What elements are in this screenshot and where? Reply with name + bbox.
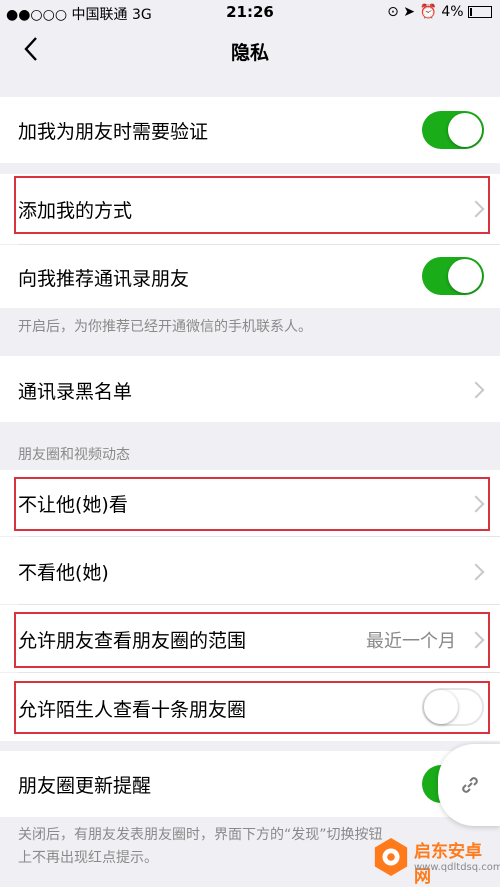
not-see-label: 不看他(她) (18, 562, 109, 584)
recommend-hint: 开启后，为你推荐已经开通微信的手机联系人。 (18, 319, 312, 335)
add-methods-label: 添加我的方式 (18, 200, 133, 222)
moments-update-row[interactable]: 朋友圈更新提醒 (0, 751, 500, 817)
watermark-logo-icon (374, 838, 408, 876)
chevron-right-icon (467, 200, 485, 218)
visible-range-label: 允许朋友查看朋友圈的范围 (18, 630, 247, 652)
hide-from-label: 不让他(她)看 (18, 494, 128, 516)
stranger-view-toggle[interactable] (422, 688, 484, 726)
moments-update-hint-line2: 上不再出现红点提示。 (18, 850, 158, 866)
alarm-icon: ⏰ (419, 4, 437, 20)
status-right: ⊙ ➤ ⏰ 4% (387, 4, 492, 20)
recommend-toggle[interactable] (422, 257, 484, 295)
visible-range-row[interactable]: 允许朋友查看朋友圈的范围 最近一个月 (0, 605, 500, 672)
verify-toggle[interactable] (422, 111, 484, 149)
stranger-view-row[interactable]: 允许陌生人查看十条朋友圈 (0, 673, 500, 741)
not-see-row[interactable]: 不看他(她) (0, 537, 500, 604)
blacklist-label: 通讯录黑名单 (18, 381, 133, 403)
floating-link-button[interactable] (438, 744, 500, 826)
moments-section-header: 朋友圈和视频动态 (18, 447, 130, 463)
verify-label: 加我为朋友时需要验证 (18, 121, 209, 143)
stranger-view-label: 允许陌生人查看十条朋友圈 (18, 699, 247, 721)
chevron-right-icon (467, 563, 485, 581)
chevron-right-icon (467, 381, 485, 399)
watermark: 启东安卓网 www.qdltdsq.com (370, 834, 500, 887)
visible-range-value: 最近一个月 (366, 631, 456, 652)
navigation-bar: 隐私 (0, 24, 500, 78)
toggle-knob (448, 113, 482, 147)
blacklist-row[interactable]: 通讯录黑名单 (0, 356, 500, 422)
link-icon (462, 777, 478, 793)
chevron-right-icon (467, 495, 485, 513)
recommend-label: 向我推荐通讯录朋友 (18, 268, 190, 290)
verify-row[interactable]: 加我为朋友时需要验证 (0, 97, 500, 163)
chevron-right-icon (467, 631, 485, 649)
page-title: 隐私 (230, 42, 269, 64)
hide-from-row[interactable]: 不让他(她)看 (0, 470, 500, 536)
add-methods-row[interactable]: 添加我的方式 (0, 174, 500, 244)
rotation-lock-icon: ⊙ (387, 4, 399, 20)
watermark-url: www.qdltdsq.com (414, 862, 500, 873)
moments-update-label: 朋友圈更新提醒 (18, 775, 152, 797)
moments-update-hint-line1: 关闭后，有朋友发表朋友圈时，界面下方的“发现”切换按钮 (18, 827, 383, 843)
battery-icon (468, 6, 492, 18)
battery-percent: 4% (441, 4, 464, 20)
status-bar: ●●○○○ 中国联通 3G 21:26 ⊙ ➤ ⏰ 4% (0, 0, 500, 24)
toggle-knob (448, 259, 482, 293)
location-icon: ➤ (403, 4, 415, 20)
toggle-knob (424, 690, 458, 724)
recommend-row[interactable]: 向我推荐通讯录朋友 (0, 245, 500, 308)
